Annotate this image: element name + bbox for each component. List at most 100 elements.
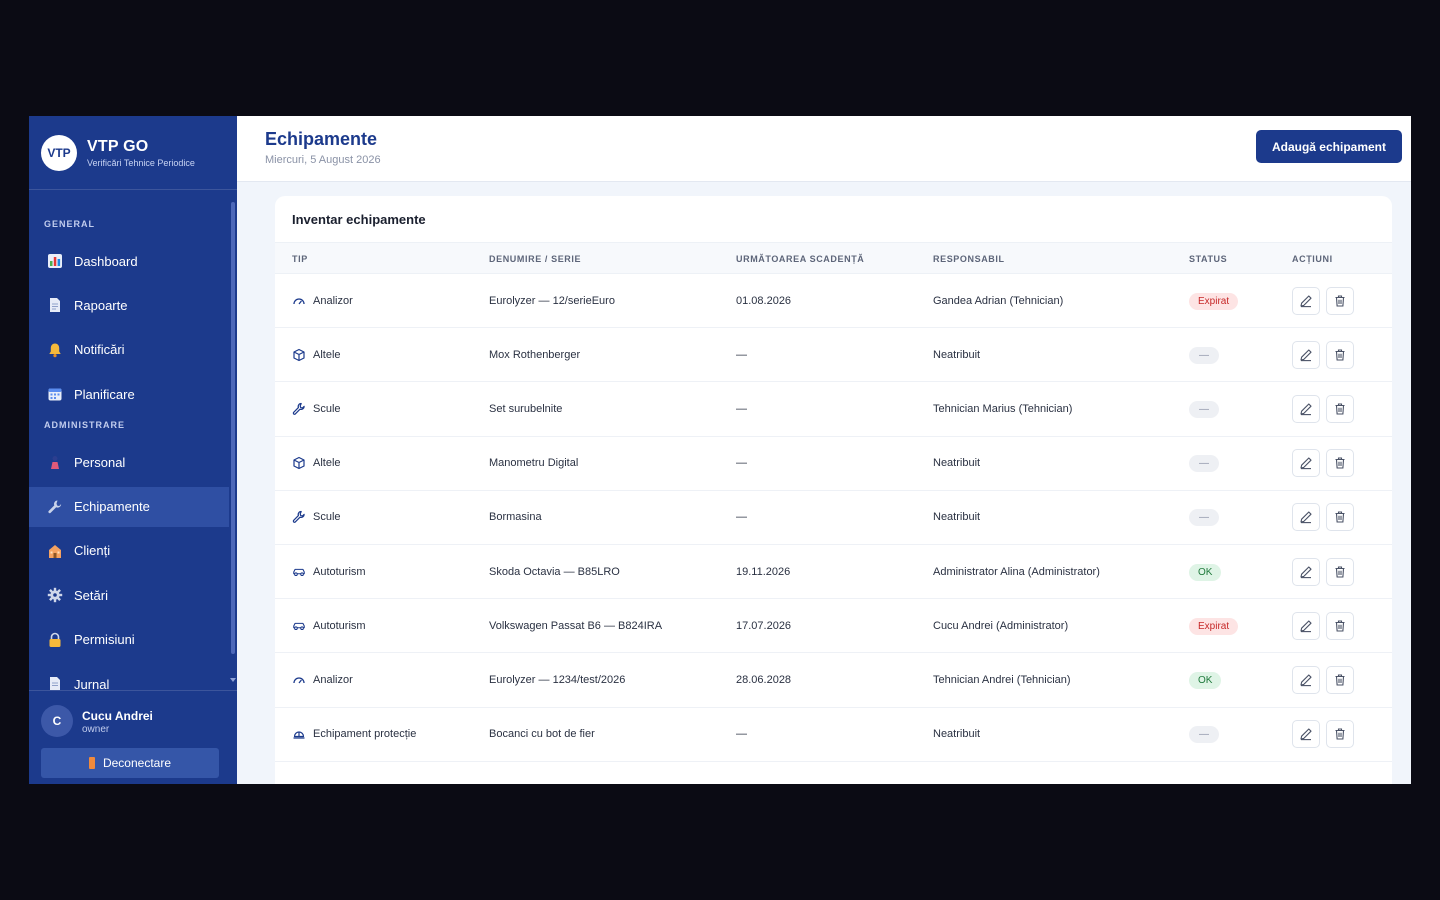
delete-button[interactable] (1326, 503, 1354, 532)
edit-button[interactable] (1292, 449, 1320, 478)
cell-tip: Altele (292, 348, 341, 362)
type-label: Altele (313, 457, 341, 470)
scroll-down-arrow-icon[interactable] (230, 678, 236, 682)
wrench-icon (292, 402, 306, 416)
sidebar-item-label: Rapoarte (74, 297, 128, 313)
logout-label: Deconectare (102, 756, 172, 770)
cell-responsabil: Gandea Adrian (Tehnician) (933, 294, 1064, 307)
user-panel: C Cucu Andrei owner Deconectare (29, 690, 237, 784)
person-icon (46, 453, 64, 471)
cell-responsabil: Tehnician Marius (Tehnician) (933, 402, 1073, 415)
trash-icon (1335, 728, 1345, 740)
sidebar-item-echipamente[interactable]: Echipamente (29, 486, 229, 527)
status-badge: — (1189, 726, 1219, 744)
column-header-tip: TIP (292, 254, 308, 264)
edit-button[interactable] (1292, 503, 1320, 532)
edit-button[interactable] (1292, 340, 1320, 369)
sidebar-item-personal[interactable]: Personal (29, 442, 229, 482)
status-badge: — (1189, 400, 1219, 418)
table-row: Altele Mox Rothenberger — Neatribuit — (275, 328, 1392, 383)
logo: VTP (41, 134, 77, 171)
sidebar-item-label: Setări (74, 587, 108, 603)
sidebar-item-label: Personal (74, 454, 126, 470)
sidebar-item-rapoarte[interactable]: Rapoarte (29, 285, 229, 325)
type-label: Autoturism (313, 619, 366, 632)
column-header-status: STATUS (1189, 254, 1228, 264)
delete-button[interactable] (1326, 665, 1354, 694)
cell-denumire: Mox Rothenberger (489, 348, 581, 361)
cell-scadenta: 28.06.2028 (736, 673, 792, 686)
journal-icon (46, 675, 64, 690)
cell-status: — (1189, 726, 1219, 744)
edit-button[interactable] (1292, 611, 1320, 640)
sidebar-item-dashboard[interactable]: Dashboard (29, 241, 229, 281)
sidebar-item-clienti[interactable]: Clienți (29, 531, 229, 571)
edit-button[interactable] (1292, 557, 1320, 586)
pencil-icon (1300, 620, 1312, 632)
sidebar-item-permisiuni[interactable]: Permisiuni (29, 620, 229, 660)
edit-button[interactable] (1292, 394, 1320, 423)
inventory-card: Inventar echipamente TIP DENUMIRE / SERI… (275, 196, 1392, 784)
main-content: Echipamente Miercuri, 5 August 2026 Adau… (237, 116, 1411, 784)
sidebar-item-setari[interactable]: Setări (29, 575, 229, 615)
edit-button[interactable] (1292, 286, 1320, 315)
cell-scadenta: — (736, 511, 747, 524)
add-equipment-button[interactable]: Adaugă echipament (1255, 130, 1402, 163)
gauge-icon (292, 294, 306, 308)
top-bar: Echipamente Miercuri, 5 August 2026 Adau… (237, 116, 1411, 182)
trash-icon (1335, 403, 1345, 415)
cell-tip: Scule (292, 402, 341, 416)
logout-button[interactable]: Deconectare (41, 748, 219, 778)
sidebar-item-planificare[interactable]: Planificare (29, 374, 229, 414)
lock-icon (46, 631, 64, 649)
wrench-icon (46, 498, 64, 516)
cell-tip: Autoturism (292, 619, 366, 633)
status-badge: — (1189, 455, 1219, 473)
delete-button[interactable] (1326, 720, 1354, 749)
delete-button[interactable] (1326, 394, 1354, 423)
type-label: Scule (313, 402, 341, 415)
cell-tip: Autoturism (292, 565, 366, 579)
cell-responsabil: Neatribuit (933, 457, 981, 470)
cell-denumire: Volkswagen Passat B6 — B824IRA (489, 619, 663, 632)
trash-icon (1335, 295, 1345, 307)
column-header-denumire: DENUMIRE / SERIE (489, 254, 582, 264)
edit-button[interactable] (1292, 720, 1320, 749)
delete-button[interactable] (1326, 611, 1354, 640)
delete-button[interactable] (1326, 449, 1354, 478)
cell-tip: Altele (292, 456, 341, 470)
edit-button[interactable] (1292, 665, 1320, 694)
type-label: Analizor (313, 673, 353, 686)
delete-button[interactable] (1326, 340, 1354, 369)
table-row: Autoturism Skoda Octavia — B85LRO 19.11.… (275, 545, 1392, 600)
sidebar-item-label: Permisiuni (74, 632, 135, 648)
cell-scadenta: 17.07.2026 (736, 619, 792, 632)
delete-button[interactable] (1326, 557, 1354, 586)
cell-responsabil: Neatribuit (933, 728, 981, 741)
cell-actions (1292, 340, 1354, 369)
type-label: Autoturism (313, 565, 366, 578)
trash-icon (1335, 565, 1345, 578)
cell-actions (1292, 449, 1354, 478)
gauge-icon (292, 673, 306, 687)
pencil-icon (1300, 728, 1312, 741)
sidebar-scrollbar[interactable] (231, 202, 235, 654)
cell-scadenta: — (736, 402, 747, 415)
column-header-responsabil: RESPONSABIL (933, 254, 1005, 264)
cell-tip: Analizor (292, 673, 353, 687)
delete-button[interactable] (1326, 286, 1354, 315)
cell-tip: Analizor (292, 294, 353, 308)
sidebar-item-label: Clienți (74, 543, 111, 559)
table-row: Scule Set surubelnite — Tehnician Marius… (275, 382, 1392, 437)
cell-scadenta: — (736, 348, 747, 361)
cell-denumire: Manometru Digital (489, 457, 579, 470)
cell-actions (1292, 557, 1354, 586)
cell-denumire: Skoda Octavia — B85LRO (489, 565, 620, 578)
cell-denumire: Bocanci cu bot de fier (489, 728, 595, 741)
trash-icon (1335, 511, 1345, 523)
sidebar-item-jurnal[interactable]: Jurnal (29, 664, 229, 690)
sidebar-item-label: Dashboard (74, 253, 138, 269)
sidebar-item-notificari[interactable]: Notificări (29, 330, 229, 370)
status-badge: OK (1189, 563, 1222, 581)
page-date: Miercuri, 5 August 2026 (265, 154, 381, 166)
